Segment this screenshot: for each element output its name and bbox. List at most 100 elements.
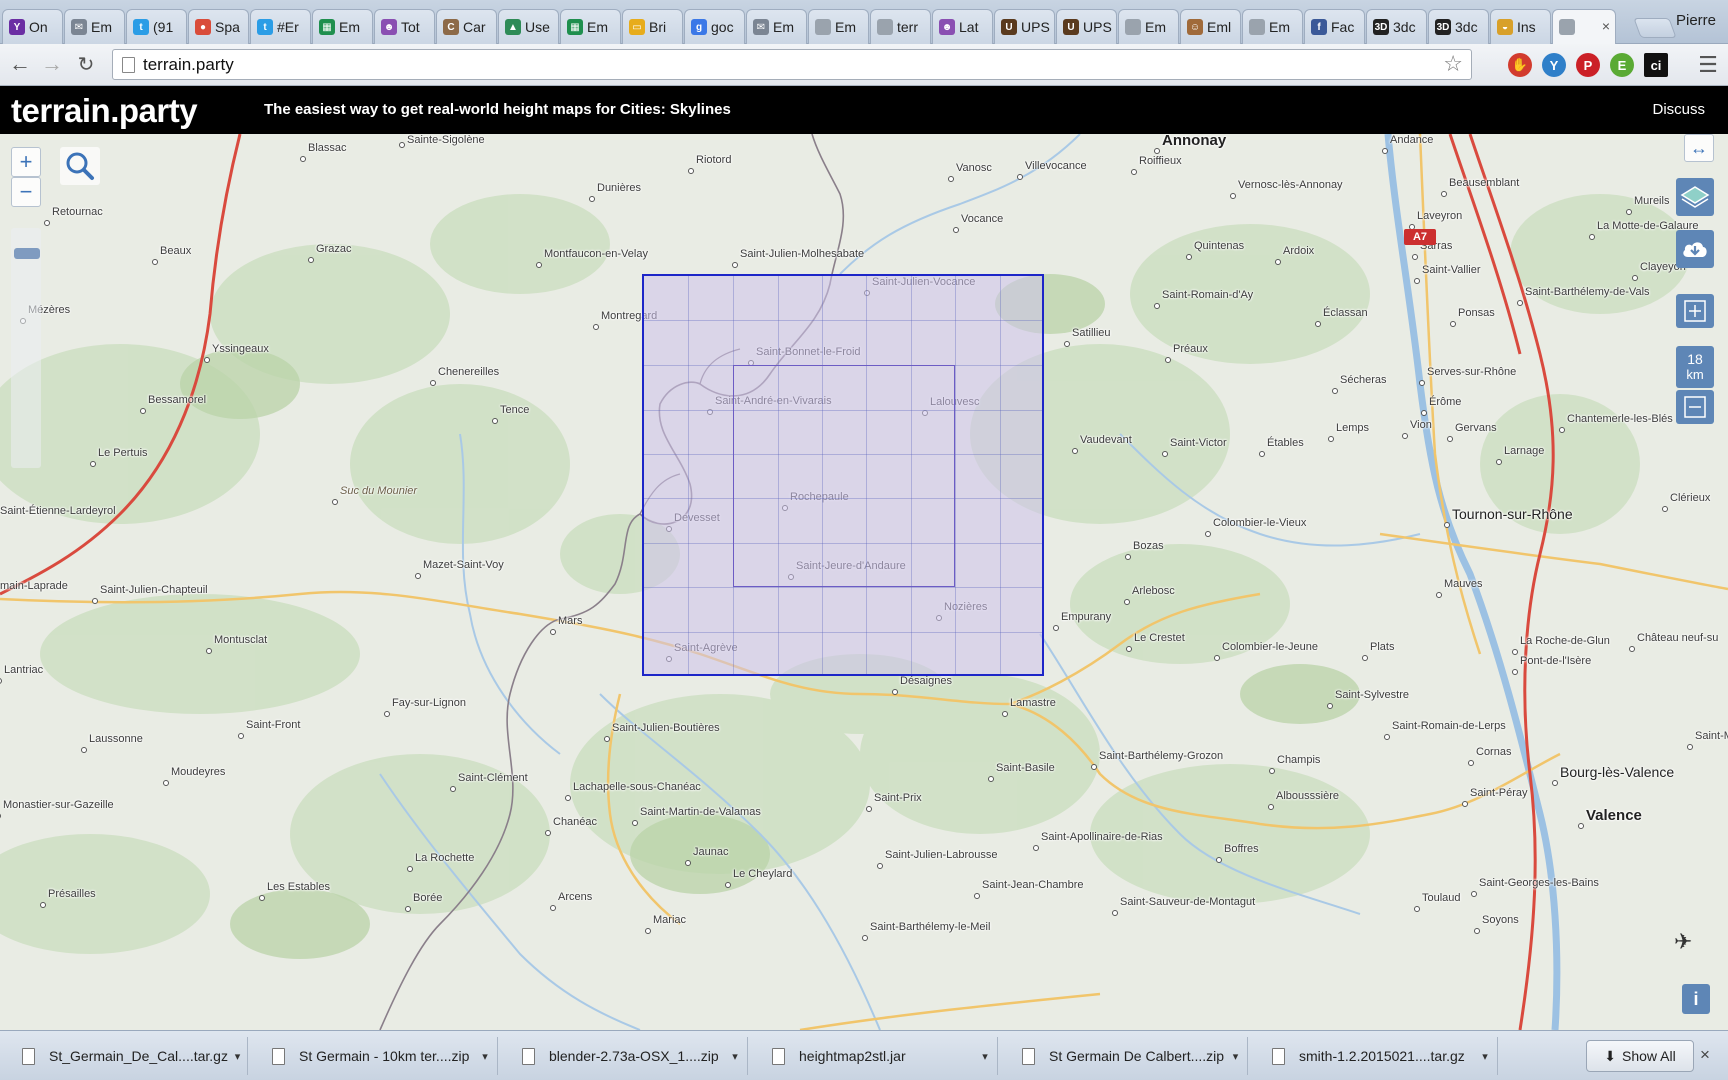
browser-tab[interactable]: terr: [870, 9, 931, 44]
address-bar[interactable]: terrain.party ☆: [112, 49, 1472, 80]
place-label: Clérieux: [1670, 492, 1711, 504]
search-button[interactable]: [60, 147, 100, 185]
download-item[interactable]: smith-1.2.2015021....tar.gz ▾: [1258, 1037, 1498, 1075]
browser-tab[interactable]: Em: [1118, 9, 1179, 44]
adblock-icon[interactable]: ✋: [1508, 53, 1532, 77]
browser-tab[interactable]: ◒ Ins: [1490, 9, 1551, 44]
pinterest-icon[interactable]: P: [1576, 53, 1600, 77]
browser-tab[interactable]: ✉ Em: [746, 9, 807, 44]
browser-tab[interactable]: Em: [1242, 9, 1303, 44]
place-label: Saint-Sylvestre: [1335, 689, 1409, 701]
place-label: Albousssière: [1276, 790, 1339, 802]
twitter-icon: t: [133, 19, 149, 35]
back-arrow-icon[interactable]: ←: [6, 50, 34, 78]
browser-tab[interactable]: U UPS: [994, 9, 1055, 44]
town-marker: [685, 860, 691, 866]
town-marker: [1436, 592, 1442, 598]
sheets-icon: ☻: [381, 19, 397, 35]
chevron-down-icon[interactable]: ▾: [723, 1050, 747, 1063]
browser-tab[interactable]: 3D 3dc: [1366, 9, 1427, 44]
download-button[interactable]: [1676, 230, 1714, 268]
forward-arrow-icon[interactable]: →: [38, 50, 66, 78]
browser-tab[interactable]: U UPS: [1056, 9, 1117, 44]
discuss-link[interactable]: Discuss: [1652, 101, 1705, 118]
address-url[interactable]: terrain.party: [143, 55, 234, 75]
browser-tab[interactable]: f Fac: [1304, 9, 1365, 44]
zoom-slider[interactable]: [11, 228, 41, 468]
slides-icon: ▭: [629, 19, 645, 35]
town-marker: [688, 168, 694, 174]
selection-size-value: 18: [1687, 351, 1703, 367]
increase-size-button[interactable]: [1676, 294, 1714, 328]
browser-tab[interactable]: ▭ Bri: [622, 9, 683, 44]
chevron-down-icon[interactable]: ▾: [1473, 1050, 1497, 1063]
close-shelf-icon[interactable]: ×: [1700, 1045, 1710, 1065]
browser-tab[interactable]: Y On: [2, 9, 63, 44]
decrease-size-button[interactable]: [1676, 390, 1714, 424]
browser-tab[interactable]: C Car: [436, 9, 497, 44]
download-item[interactable]: St Germain - 10km ter....zip ▾: [258, 1037, 498, 1075]
ci-icon[interactable]: ci: [1644, 53, 1668, 77]
download-item[interactable]: blender-2.73a-OSX_1....zip ▾: [508, 1037, 748, 1075]
bookmark-star-icon[interactable]: ☆: [1443, 51, 1463, 77]
browser-tab[interactable]: ▦ Em: [560, 9, 621, 44]
site-logo[interactable]: terrain.party: [11, 92, 198, 130]
browser-tab[interactable]: t #Er: [250, 9, 311, 44]
place-label: Mauves: [1444, 578, 1483, 590]
tab-label: Em: [587, 19, 608, 35]
place-label: Suc du Mounier: [340, 485, 418, 497]
browser-tab[interactable]: ▦ Em: [312, 9, 373, 44]
info-button[interactable]: i: [1682, 984, 1710, 1014]
browser-tab[interactable]: ×: [1552, 9, 1616, 44]
new-tab-button[interactable]: [1633, 18, 1677, 38]
zoom-slider-handle[interactable]: [14, 248, 40, 259]
browser-tab[interactable]: g goc: [684, 9, 745, 44]
place-label: Lachapelle-sous-Chanéac: [573, 781, 701, 793]
download-item[interactable]: St Germain De Calbert....zip ▾: [1008, 1037, 1248, 1075]
place-label: Chenereilles: [438, 366, 500, 378]
evernote-icon[interactable]: E: [1610, 53, 1634, 77]
chevron-down-icon[interactable]: ▾: [228, 1050, 247, 1063]
place-label: Bessamorel: [148, 394, 207, 406]
download-item[interactable]: St_Germain_De_Cal....tar.gz ▾: [8, 1037, 248, 1075]
shield-icon[interactable]: Y: [1542, 53, 1566, 77]
browser-tab[interactable]: ☻ Tot: [374, 9, 435, 44]
town-marker: [550, 905, 556, 911]
town-marker: [1382, 148, 1388, 154]
browser-tab[interactable]: 3D 3dc: [1428, 9, 1489, 44]
ups-icon: U: [1063, 19, 1079, 35]
town-marker: [1131, 169, 1137, 175]
browser-tab[interactable]: ● Spa: [188, 9, 249, 44]
menu-icon[interactable]: ☰: [1694, 51, 1722, 79]
browser-tab[interactable]: t (91: [126, 9, 187, 44]
town-marker: [732, 262, 738, 268]
place-label: Saint-Georges-les-Bains: [1479, 877, 1599, 889]
browser-tab[interactable]: ☻ Lat: [932, 9, 993, 44]
chevron-down-icon[interactable]: ▾: [1224, 1050, 1247, 1063]
zoom-out-button[interactable]: −: [11, 177, 41, 207]
town-marker: [450, 786, 456, 792]
heightmap-selection-box[interactable]: [642, 274, 1044, 676]
chevron-down-icon[interactable]: ▾: [473, 1050, 497, 1063]
town-marker: [1162, 451, 1168, 457]
browser-tab[interactable]: ☺ Eml: [1180, 9, 1241, 44]
download-item[interactable]: heightmap2stl.jar ▾: [758, 1037, 998, 1075]
chevron-down-icon[interactable]: ▾: [973, 1050, 997, 1063]
zoom-in-button[interactable]: +: [11, 147, 41, 177]
reload-icon[interactable]: ↻: [72, 50, 100, 78]
town-marker: [1332, 388, 1338, 394]
layers-button[interactable]: [1676, 178, 1714, 216]
browser-tab[interactable]: Em: [808, 9, 869, 44]
town-marker: [1362, 655, 1368, 661]
browser-tab[interactable]: ▲ Use: [498, 9, 559, 44]
place-label: Saint-Front: [246, 719, 301, 731]
town-marker: [953, 227, 959, 233]
show-all-downloads-button[interactable]: ⬇ Show All: [1586, 1040, 1694, 1072]
town-marker: [1072, 448, 1078, 454]
map-canvas[interactable]: Annonay Andance Blassac Sainte-Sigolène Riot…: [0, 134, 1728, 1030]
browser-tab[interactable]: ✉ Em: [64, 9, 125, 44]
close-tab-icon[interactable]: ×: [1602, 18, 1610, 34]
expand-horizontal-button[interactable]: ↔: [1684, 134, 1714, 162]
chrome-icon: ●: [195, 19, 211, 35]
profile-button[interactable]: Pierre: [1676, 12, 1716, 29]
